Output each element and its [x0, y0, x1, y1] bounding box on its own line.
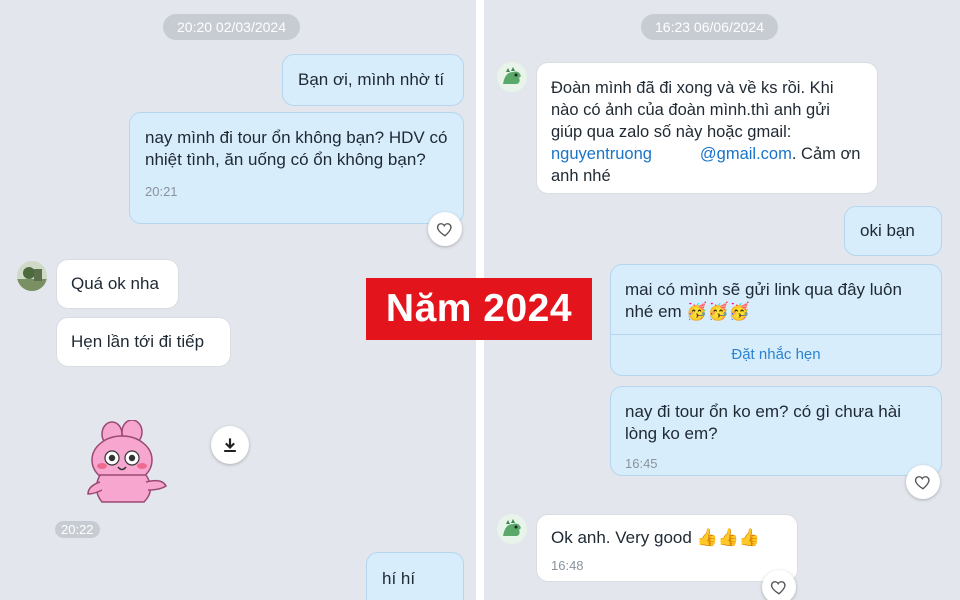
year-banner: Năm 2024 — [366, 278, 592, 340]
download-icon — [224, 438, 236, 452]
message-text: nay đi tour ổn ko em? có gì chưa hài lòn… — [625, 402, 901, 443]
message-time: 16:48 — [551, 558, 584, 573]
reaction-heart-button[interactable] — [906, 465, 940, 499]
download-button[interactable] — [211, 426, 249, 464]
message-time: 20:21 — [145, 184, 178, 199]
photo-avatar-icon — [17, 261, 47, 291]
message-text: nay mình đi tour ổn không bạn? HDV có nh… — [145, 128, 448, 169]
sticker-image — [87, 419, 167, 503]
dinosaur-avatar-icon — [497, 62, 527, 92]
email-link-user[interactable]: nguyentruong — [551, 145, 652, 163]
message-bubble-incoming[interactable]: Ok anh. Very good 👍👍👍 16:48 — [536, 514, 798, 582]
message-text: Hẹn lần tới đi tiếp — [71, 332, 205, 351]
message-bubble-outgoing[interactable]: oki bạn — [844, 206, 942, 256]
message-bubble-incoming[interactable]: Đoàn mình đã đi xong và về ks rồi. Khi n… — [536, 62, 878, 194]
set-reminder-button[interactable]: Đặt nhắc hẹn — [611, 334, 941, 375]
message-bubble-incoming[interactable]: Quá ok nha — [56, 259, 179, 309]
contact-avatar[interactable] — [497, 62, 527, 92]
message-bubble-outgoing[interactable]: hí hí — [366, 552, 464, 600]
message-bubble-incoming[interactable]: Hẹn lần tới đi tiếp — [56, 317, 231, 367]
contact-avatar[interactable] — [497, 514, 527, 544]
message-text: Đoàn mình đã đi xong và về ks rồi. Khi n… — [551, 77, 863, 187]
heart-outline-icon — [436, 223, 452, 237]
date-stamp: 20:20 02/03/2024 — [163, 14, 300, 40]
message-text: Bạn ơi, mình nhờ tí — [298, 70, 445, 89]
message-text: hí hí — [382, 569, 416, 588]
date-stamp: 16:23 06/06/2024 — [641, 14, 778, 40]
reaction-heart-button[interactable] — [428, 212, 462, 246]
message-text: mai có mình sẽ gửi link qua đây luôn nhé… — [625, 280, 902, 321]
sticker-time: 20:22 — [55, 521, 100, 538]
pink-bunny-sticker[interactable] — [82, 419, 172, 510]
message-bubble-outgoing[interactable]: Bạn ơi, mình nhờ tí — [282, 54, 464, 106]
heart-outline-icon — [770, 581, 786, 595]
message-text: Quá ok nha — [71, 274, 159, 293]
message-text: oki bạn — [860, 221, 915, 240]
dinosaur-avatar-icon — [497, 514, 527, 544]
contact-avatar[interactable] — [17, 261, 47, 291]
heart-outline-icon — [914, 476, 930, 490]
message-time: 16:45 — [625, 456, 658, 471]
message-text: Ok anh. Very good 👍👍👍 — [551, 528, 761, 547]
message-bubble-outgoing[interactable]: nay mình đi tour ổn không bạn? HDV có nh… — [129, 112, 464, 224]
email-link-domain[interactable]: @gmail.com — [700, 145, 792, 163]
message-text-part: Đoàn mình đã đi xong và về ks rồi. Khi n… — [551, 79, 834, 141]
reaction-heart-button[interactable] — [762, 570, 796, 600]
message-bubble-outgoing[interactable]: mai có mình sẽ gửi link qua đây luôn nhé… — [610, 264, 942, 376]
message-bubble-outgoing[interactable]: nay đi tour ổn ko em? có gì chưa hài lòn… — [610, 386, 942, 476]
